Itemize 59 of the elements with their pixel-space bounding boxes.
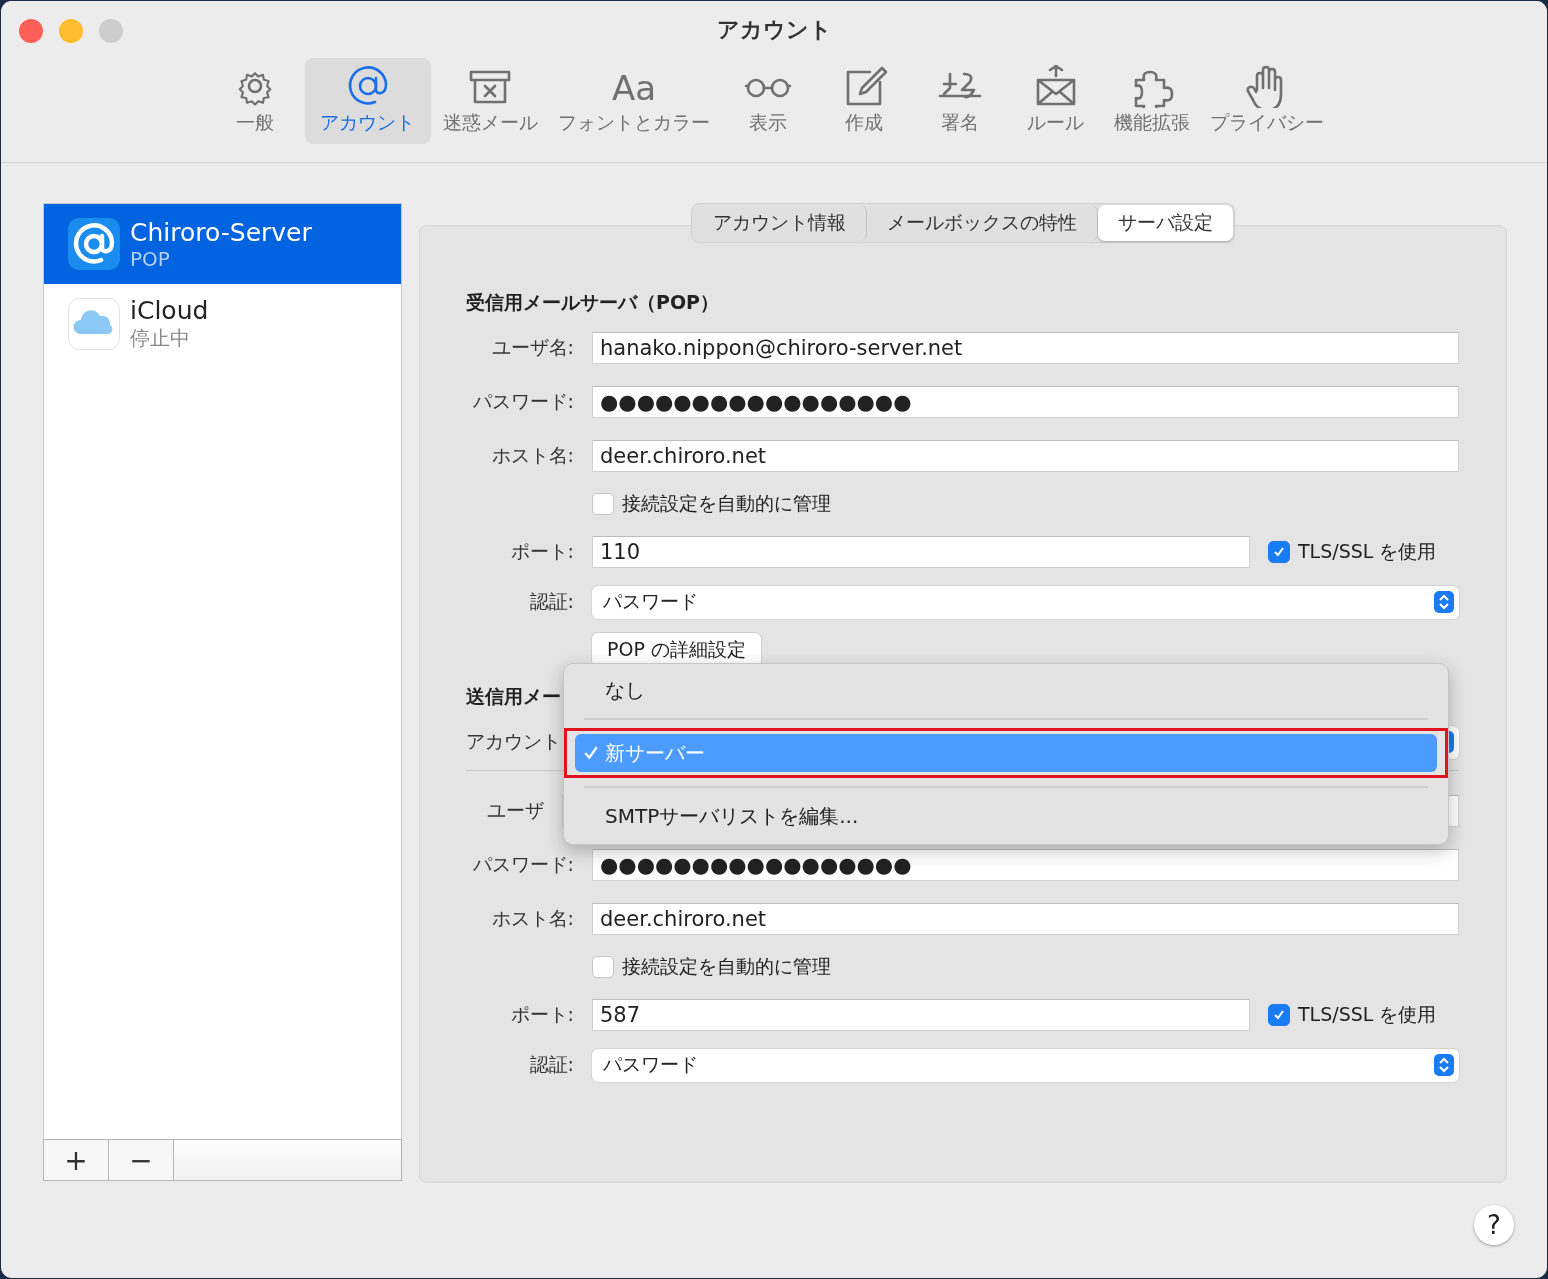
section-title: 送信用メー	[466, 684, 561, 709]
checkbox-label: TLS/SSL を使用	[1298, 539, 1437, 564]
toolbar-tab[interactable]: 署名	[913, 58, 1006, 144]
toolbar-tab[interactable]: 表示	[721, 58, 814, 144]
add-button[interactable]: +	[44, 1140, 109, 1180]
cloud-icon	[68, 298, 120, 350]
text-field[interactable]: ●●●●●●●●●●●●●●●●●	[592, 849, 1459, 881]
section-title: 受信用メールサーバ（POP）	[466, 290, 719, 315]
help-button[interactable]: ?	[1474, 1205, 1514, 1245]
menu-item[interactable]: SMTPサーバリストを編集...	[575, 799, 1437, 833]
text-field[interactable]: deer.chiroro.net	[592, 903, 1459, 935]
account-item[interactable]: iCloud 停止中	[44, 284, 401, 364]
field-label: パスワード:	[471, 389, 574, 414]
field-label: ホスト名:	[490, 443, 574, 468]
checkbox-label: TLS/SSL を使用	[1298, 1002, 1437, 1027]
checkbox-label: 接続設定を自動的に管理	[622, 954, 831, 979]
toolbar-tab[interactable]: Aa フォントとカラー	[549, 58, 718, 144]
minimize-button[interactable]	[59, 19, 83, 43]
port-field[interactable]: 587	[592, 999, 1250, 1031]
checkmark-icon	[1272, 545, 1286, 559]
toolbar-tab[interactable]: 一般	[208, 58, 301, 144]
checkbox[interactable]	[592, 956, 614, 978]
menu-item[interactable]: なし	[575, 673, 1437, 707]
field-label: アカウント	[466, 729, 561, 754]
text-field[interactable]: hanako.nippon@chiroro-server.net	[592, 332, 1459, 364]
field-label: 認証:	[528, 589, 574, 614]
text-field[interactable]: deer.chiroro.net	[592, 440, 1459, 472]
field-label: ホスト名:	[490, 906, 574, 931]
toolbar-tab[interactable]: 作成	[817, 58, 910, 144]
toolbar-tab[interactable]: 機能拡張	[1105, 58, 1198, 144]
field-label: ポート:	[509, 1002, 574, 1027]
field-label: ポート:	[509, 539, 574, 564]
zoom-button[interactable]	[99, 19, 123, 43]
checkbox[interactable]	[1268, 1004, 1290, 1026]
font-icon: Aa	[609, 64, 658, 108]
text-field[interactable]: ●●●●●●●●●●●●●●●●●	[592, 386, 1459, 418]
at-icon	[68, 218, 120, 270]
stepper-icon	[1434, 591, 1454, 613]
checkbox-label: 接続設定を自動的に管理	[622, 491, 831, 516]
field-label: ユーザ	[487, 798, 544, 823]
port-field[interactable]: 110	[592, 536, 1250, 568]
window-title: アカウント	[716, 16, 832, 44]
popup-select[interactable]: パスワード	[592, 585, 1459, 619]
field-label: パスワード:	[471, 852, 574, 877]
checkbox[interactable]	[1268, 541, 1290, 563]
popup-select[interactable]: パスワード	[592, 1048, 1459, 1082]
stepper-icon	[1434, 1054, 1454, 1076]
checkbox[interactable]	[592, 493, 614, 515]
close-button[interactable]	[19, 19, 43, 43]
checkmark-icon	[1272, 1008, 1286, 1022]
toolbar-tab[interactable]: 迷惑メール	[434, 58, 546, 144]
field-label: ユーザ名:	[490, 335, 574, 360]
field-label: 認証:	[528, 1052, 574, 1077]
account-item[interactable]: Chiroro-Server POP	[44, 204, 401, 284]
toolbar-tab[interactable]: プライバシー	[1201, 58, 1332, 144]
checkmark-icon	[583, 745, 599, 761]
toolbar-tab[interactable]: ルール	[1009, 58, 1102, 144]
tab[interactable]: サーバ設定	[1098, 205, 1233, 241]
remove-button[interactable]: −	[109, 1140, 174, 1180]
